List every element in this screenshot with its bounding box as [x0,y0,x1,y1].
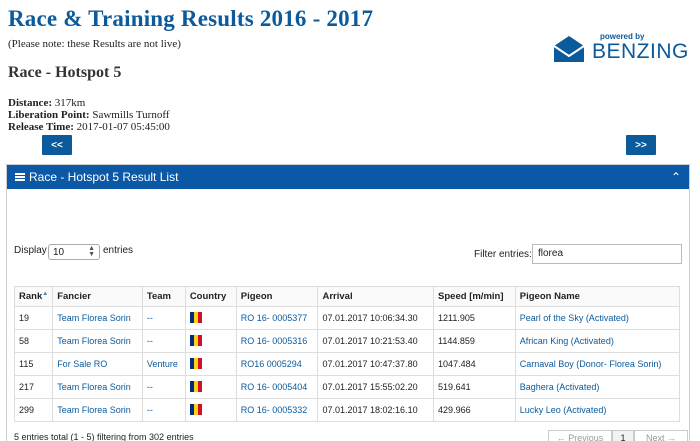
cell-rank: 217 [13,375,54,399]
results-table: Rank▲ Fancier Team Country Pigeon Arriva… [13,286,681,422]
table-row: 115 For Sale RO Venture RO16 0005294 07.01.2… [13,352,681,376]
distance-value: 317km [54,97,86,109]
entries-label: entries [103,245,134,256]
panel-title: Race - Hotspot 5 Result List [29,170,179,184]
next-page-button[interactable]: Next → [634,430,688,441]
cell-rank: 19 [13,306,54,330]
cell-country [184,329,237,353]
cell-fancier[interactable]: Team Florea Sorin [52,329,143,353]
cell-team[interactable]: Venture [141,352,186,376]
column-header-pigeon[interactable]: Pigeon [235,286,319,307]
cell-arrival: 07.01.2017 15:55:02.20 [317,375,435,399]
column-header-country[interactable]: Country [184,286,237,307]
cell-country [184,375,237,399]
table-row: 217 Team Florea Sorin -- RO 16- 0005404 07.0… [13,375,681,399]
cell-country [184,352,237,376]
column-header-fancier[interactable]: Fancier [52,286,143,307]
cell-country [184,398,237,422]
romania-flag-icon [189,403,202,415]
cell-team[interactable]: -- [141,375,186,399]
column-header-speed[interactable]: Speed [m/min] [433,286,516,307]
cell-arrival: 07.01.2017 18:02:16.10 [317,398,435,422]
table-row: 58 Team Florea Sorin -- RO 16- 0005316 07.01… [13,329,681,353]
cell-pigeon-name[interactable]: Carnaval Boy (Donor- Florea Sorin) [514,352,681,376]
cell-pigeon-name[interactable]: Baghera (Activated) [514,375,681,399]
cell-country [184,306,237,330]
cell-pigeon[interactable]: RO 16- 0005404 [235,375,319,399]
cell-rank: 58 [13,329,54,353]
entries-summary: 5 entries total (1 - 5) filtering from 3… [14,432,194,441]
romania-flag-icon [189,357,202,369]
cell-fancier[interactable]: Team Florea Sorin [52,306,143,330]
cell-speed: 429.966 [433,398,516,422]
distance-info: Distance: 317km [8,97,85,109]
brand-name: BENZING [592,40,689,63]
table-row: 299 Team Florea Sorin -- RO 16- 0005332 07.0… [13,398,681,422]
liberation-value: Sawmills Turnoff [92,109,170,121]
liberation-info: Liberation Point: Sawmills Turnoff [8,109,169,121]
page-title: Race & Training Results 2016 - 2017 [8,6,374,31]
cell-speed: 1144.859 [433,329,516,353]
romania-flag-icon [189,380,202,392]
chevron-up-icon[interactable]: ⌃ [671,170,681,184]
sort-ascending-icon: ▲ [42,291,49,297]
cell-arrival: 07.01.2017 10:21:53.40 [317,329,435,353]
column-header-pigeon-name[interactable]: Pigeon Name [514,286,681,307]
cell-speed: 1211.905 [433,306,516,330]
previous-page-button[interactable]: ← Previous [548,430,612,441]
list-icon [15,173,25,181]
romania-flag-icon [189,334,202,346]
cell-team[interactable]: -- [141,329,186,353]
cell-pigeon-name[interactable]: Pearl of the Sky (Activated) [514,306,681,330]
romania-flag-icon [189,311,202,323]
filter-label: Filter entries: [474,249,532,260]
table-row: 19 Team Florea Sorin -- RO 16- 0005377 07.01… [13,306,681,330]
cell-fancier[interactable]: Team Florea Sorin [52,375,143,399]
display-label: Display [14,245,47,256]
entries-select[interactable]: 10 ▲ ▼ [48,244,100,260]
envelope-logo-icon [553,36,585,62]
cell-pigeon[interactable]: RO16 0005294 [235,352,319,376]
cell-pigeon-name[interactable]: African King (Activated) [514,329,681,353]
cell-speed: 1047.484 [433,352,516,376]
next-race-button[interactable]: >> [626,135,656,155]
column-header-rank[interactable]: Rank▲ [13,286,54,307]
filter-input[interactable]: florea [532,244,682,264]
release-info: Release Time: 2017-01-07 05:45:00 [8,121,170,133]
cell-arrival: 07.01.2017 10:06:34.30 [317,306,435,330]
benzing-logo: powered by BENZING [550,32,690,66]
liberation-label: Liberation Point: [8,109,90,121]
cell-pigeon[interactable]: RO 16- 0005332 [235,398,319,422]
cell-speed: 519.641 [433,375,516,399]
cell-pigeon[interactable]: RO 16- 0005316 [235,329,319,353]
column-header-arrival[interactable]: Arrival [317,286,435,307]
race-title: Race - Hotspot 5 [8,64,122,81]
cell-arrival: 07.01.2017 10:47:37.80 [317,352,435,376]
cell-fancier[interactable]: For Sale RO [52,352,143,376]
column-header-team[interactable]: Team [141,286,186,307]
results-note: (Please note: these Results are not live… [8,38,181,50]
cell-rank: 115 [13,352,54,376]
cell-team[interactable]: -- [141,306,186,330]
cell-pigeon-name[interactable]: Lucky Leo (Activated) [514,398,681,422]
cell-rank: 299 [13,398,54,422]
table-header-row: Rank▲ Fancier Team Country Pigeon Arriva… [13,286,681,307]
release-label: Release Time: [8,121,74,133]
entries-select-value: 10 [53,247,65,258]
select-arrows-icon: ▲ ▼ [88,245,95,258]
panel-header[interactable]: Race - Hotspot 5 Result List ⌃ [7,165,689,189]
distance-label: Distance: [8,97,52,109]
cell-team[interactable]: -- [141,398,186,422]
cell-pigeon[interactable]: RO 16- 0005377 [235,306,319,330]
release-value: 2017-01-07 05:45:00 [76,121,170,133]
page-number[interactable]: 1 [612,430,634,441]
cell-fancier[interactable]: Team Florea Sorin [52,398,143,422]
previous-race-button[interactable]: << [42,135,72,155]
